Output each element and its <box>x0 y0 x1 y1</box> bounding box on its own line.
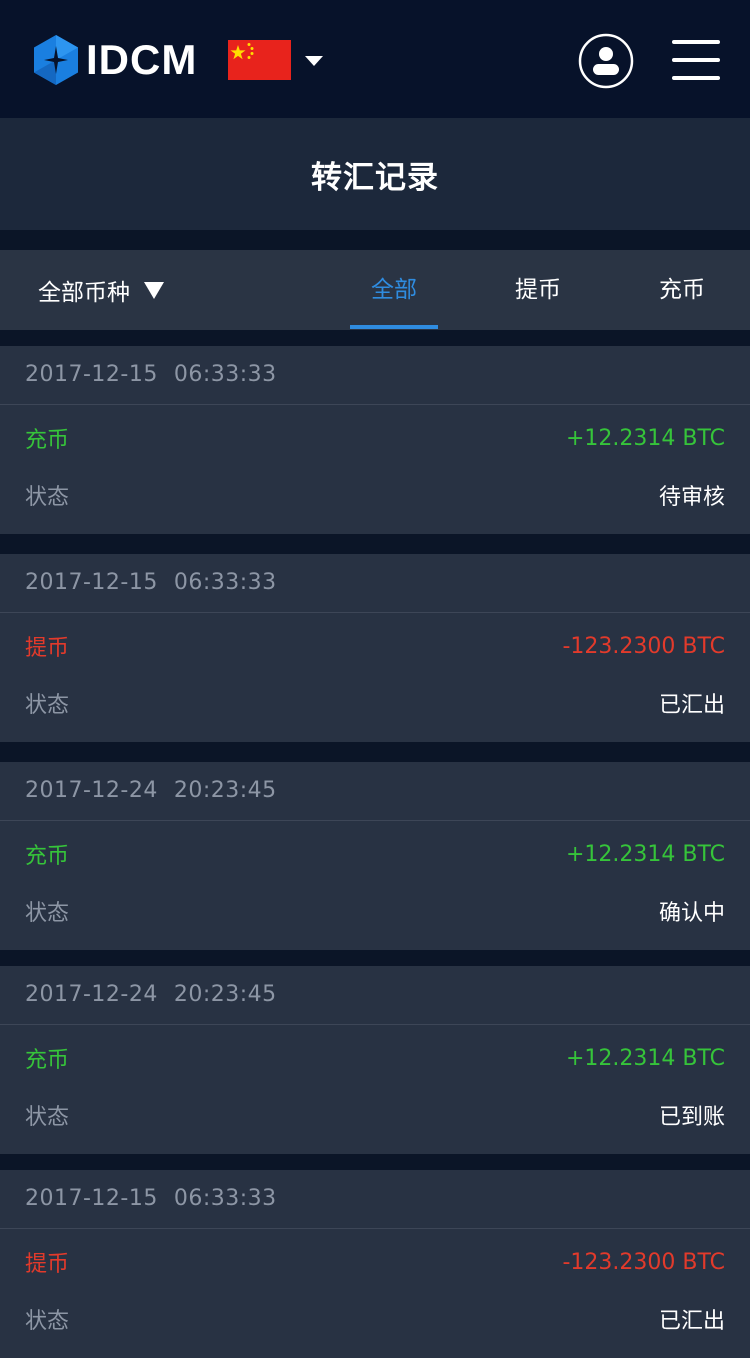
active-tab-indicator <box>350 325 438 329</box>
record-type: 提币 <box>25 636 70 661</box>
record-time: 20:23:45 <box>173 778 277 803</box>
record-type-row: 充币 +12.2314 BTC <box>25 422 725 454</box>
tab-withdraw[interactable]: 提币 <box>494 250 582 330</box>
record-amount: -123.2300 BTC <box>562 1249 725 1275</box>
record-time: 20:23:45 <box>173 982 277 1007</box>
status-label: 状态 <box>25 1309 70 1334</box>
record-timestamp: 2017-12-24 20:23:45 <box>0 966 750 1025</box>
record-status-row: 状态 待审核 <box>25 479 725 511</box>
record-timestamp: 2017-12-15 06:33:33 <box>0 1170 750 1229</box>
idcm-logo-icon[interactable] <box>33 34 79 86</box>
transfer-record-card[interactable]: 2017-12-24 20:23:45 充币 +12.2314 BTC 状态 确认中 <box>0 762 750 950</box>
record-date: 2017-12-15 <box>25 570 158 595</box>
status-label: 状态 <box>25 901 70 926</box>
record-amount: -123.2300 BTC <box>562 633 725 659</box>
record-date: 2017-12-15 <box>25 362 158 387</box>
hamburger-menu-icon[interactable] <box>672 40 720 80</box>
record-status-row: 状态 已汇出 <box>25 687 725 719</box>
status-label: 状态 <box>25 485 70 510</box>
record-time: 06:33:33 <box>173 362 277 387</box>
status-label: 状态 <box>25 1105 70 1130</box>
record-type-row: 充币 +12.2314 BTC <box>25 838 725 870</box>
status-value: 待审核 <box>658 485 725 510</box>
language-dropdown-caret-icon[interactable] <box>305 56 323 66</box>
record-type: 提币 <box>25 1252 70 1277</box>
record-amount: +12.2314 BTC <box>565 841 725 867</box>
top-nav-bar: IDCM <box>0 0 750 118</box>
record-status-row: 状态 已汇出 <box>25 1303 725 1335</box>
record-status-row: 状态 已到账 <box>25 1099 725 1131</box>
status-value: 确认中 <box>658 901 725 926</box>
record-amount: +12.2314 BTC <box>565 425 725 451</box>
record-time: 06:33:33 <box>173 570 277 595</box>
triangle-down-icon <box>144 281 164 299</box>
transfer-record-card[interactable]: 2017-12-15 06:33:33 提币 -123.2300 BTC 状态 已汇出 <box>0 1170 750 1358</box>
coin-filter-dropdown[interactable]: 全部币种 <box>38 250 164 330</box>
record-type: 充币 <box>25 428 70 453</box>
record-type-row: 提币 -123.2300 BTC <box>25 1246 725 1278</box>
status-value: 已到账 <box>658 1105 725 1130</box>
record-type-row: 提币 -123.2300 BTC <box>25 630 725 662</box>
china-flag-icon[interactable] <box>228 40 291 80</box>
transfer-record-card[interactable]: 2017-12-24 20:23:45 充币 +12.2314 BTC 状态 已到账 <box>0 966 750 1154</box>
coin-filter-label: 全部币种 <box>38 280 130 306</box>
page-title-bar: 转汇记录 <box>0 118 750 230</box>
record-date: 2017-12-24 <box>25 778 158 803</box>
page-title: 转汇记录 <box>311 159 439 196</box>
status-label: 状态 <box>25 693 70 718</box>
tab-deposit[interactable]: 充币 <box>638 250 726 330</box>
record-time: 06:33:33 <box>173 1186 277 1211</box>
transfer-record-card[interactable]: 2017-12-15 06:33:33 提币 -123.2300 BTC 状态 已汇出 <box>0 554 750 742</box>
record-type: 充币 <box>25 1048 70 1073</box>
user-account-icon[interactable] <box>578 33 634 89</box>
record-timestamp: 2017-12-24 20:23:45 <box>0 762 750 821</box>
record-date: 2017-12-24 <box>25 982 158 1007</box>
record-timestamp: 2017-12-15 06:33:33 <box>0 346 750 405</box>
record-amount: +12.2314 BTC <box>565 1045 725 1071</box>
record-type: 充币 <box>25 844 70 869</box>
record-timestamp: 2017-12-15 06:33:33 <box>0 554 750 613</box>
record-date: 2017-12-15 <box>25 1186 158 1211</box>
tab-all[interactable]: 全部 <box>350 250 438 330</box>
transfer-record-card[interactable]: 2017-12-15 06:33:33 充币 +12.2314 BTC 状态 待审核 <box>0 346 750 534</box>
record-status-row: 状态 确认中 <box>25 895 725 927</box>
status-value: 已汇出 <box>658 693 725 718</box>
filter-bar: 全部币种 全部 提币 充币 <box>0 250 750 330</box>
record-type-row: 充币 +12.2314 BTC <box>25 1042 725 1074</box>
brand-name[interactable]: IDCM <box>86 36 197 84</box>
status-value: 已汇出 <box>658 1309 725 1334</box>
